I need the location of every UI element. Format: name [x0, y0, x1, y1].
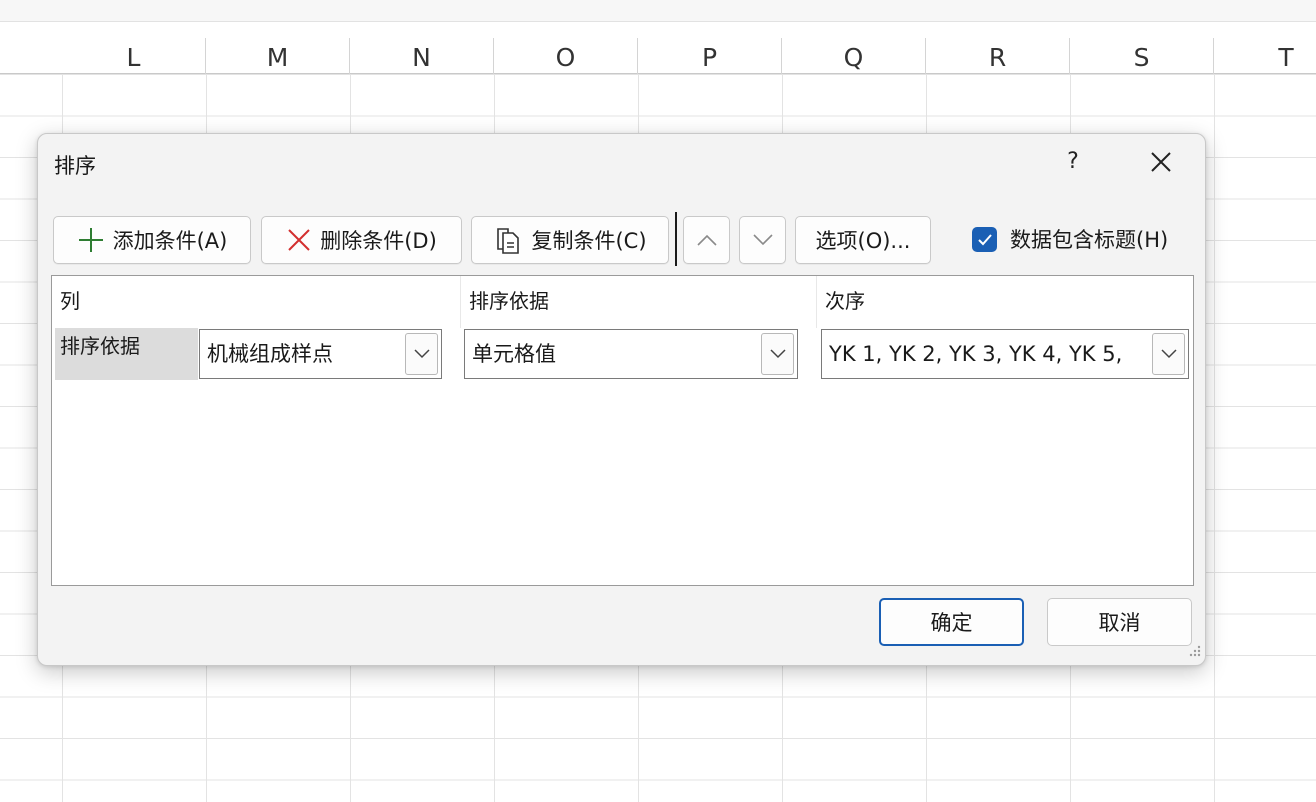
header-checkbox[interactable]	[972, 227, 997, 252]
column-header-order: 次序	[817, 276, 1193, 328]
dialog-title: 排序	[54, 154, 96, 178]
chevron-down-icon	[769, 349, 786, 359]
chevron-down-icon	[413, 349, 430, 359]
cancel-label: 取消	[1098, 611, 1141, 635]
move-down-button[interactable]	[739, 216, 786, 264]
sort-on-select-value: 单元格值	[472, 342, 556, 366]
sort-levels-table: 列 排序依据 次序 排序依据 机械组成样点 单元格值 YK 1, YK 2, Y…	[51, 275, 1194, 586]
checkmark-icon	[977, 233, 992, 245]
row-label: 排序依据	[55, 328, 198, 380]
ok-label: 确定	[930, 611, 973, 635]
ok-button[interactable]: 确定	[879, 598, 1024, 646]
close-icon	[1151, 152, 1171, 172]
delete-condition-button[interactable]: 删除条件(D)	[261, 216, 462, 264]
column-header-O[interactable]: O	[494, 38, 638, 74]
column-header-N[interactable]: N	[350, 38, 494, 74]
column-header-row: L M N O P Q R S T	[0, 38, 1316, 74]
column-header-S[interactable]: S	[1070, 38, 1214, 74]
toolbar-separator	[675, 212, 677, 266]
column-header-L[interactable]: L	[62, 38, 206, 74]
sort-on-select-dropdown[interactable]	[761, 333, 794, 375]
cancel-button[interactable]: 取消	[1047, 598, 1192, 646]
plus-icon	[77, 226, 105, 254]
column-header-R[interactable]: R	[926, 38, 1070, 74]
move-up-button[interactable]	[683, 216, 730, 264]
header-checkbox-label[interactable]: 数据包含标题(H)	[1010, 224, 1168, 254]
options-button[interactable]: 选项(O)...	[795, 216, 931, 264]
sort-dialog: 排序 ? 添加条件(A) 删除条件(D) 复制条件(C) 选项(O)... 数据…	[37, 133, 1206, 666]
column-header-Q[interactable]: Q	[782, 38, 926, 74]
options-label: 选项(O)...	[815, 229, 911, 253]
column-select[interactable]: 机械组成样点	[199, 329, 442, 379]
resize-grip-icon[interactable]	[1188, 644, 1202, 658]
copy-condition-label: 复制条件(C)	[531, 229, 647, 253]
chevron-down-icon	[1160, 349, 1177, 359]
column-header-M[interactable]: M	[206, 38, 350, 74]
close-button[interactable]	[1136, 140, 1186, 184]
column-header-sort-on: 排序依据	[461, 276, 817, 328]
help-button[interactable]: ?	[1048, 140, 1098, 184]
order-select-dropdown[interactable]	[1152, 333, 1185, 375]
column-header-P[interactable]: P	[638, 38, 782, 74]
column-select-value: 机械组成样点	[207, 342, 333, 366]
copy-condition-button[interactable]: 复制条件(C)	[471, 216, 669, 264]
add-condition-button[interactable]: 添加条件(A)	[53, 216, 251, 264]
chevron-up-icon	[696, 234, 717, 246]
order-select-value: YK 1, YK 2, YK 3, YK 4, YK 5,	[829, 342, 1123, 366]
column-header-T[interactable]: T	[1214, 38, 1316, 74]
grid-line	[1214, 74, 1215, 802]
add-condition-label: 添加条件(A)	[112, 229, 228, 253]
column-select-dropdown[interactable]	[405, 333, 438, 375]
column-header-column: 列	[52, 276, 461, 328]
copy-document-icon	[493, 225, 523, 255]
delete-condition-label: 删除条件(D)	[320, 229, 437, 253]
sort-on-select[interactable]: 单元格值	[464, 329, 798, 379]
chevron-down-icon	[752, 234, 773, 246]
formula-bar-area	[0, 0, 1316, 22]
x-icon	[286, 227, 312, 253]
order-select[interactable]: YK 1, YK 2, YK 3, YK 4, YK 5,	[821, 329, 1189, 379]
